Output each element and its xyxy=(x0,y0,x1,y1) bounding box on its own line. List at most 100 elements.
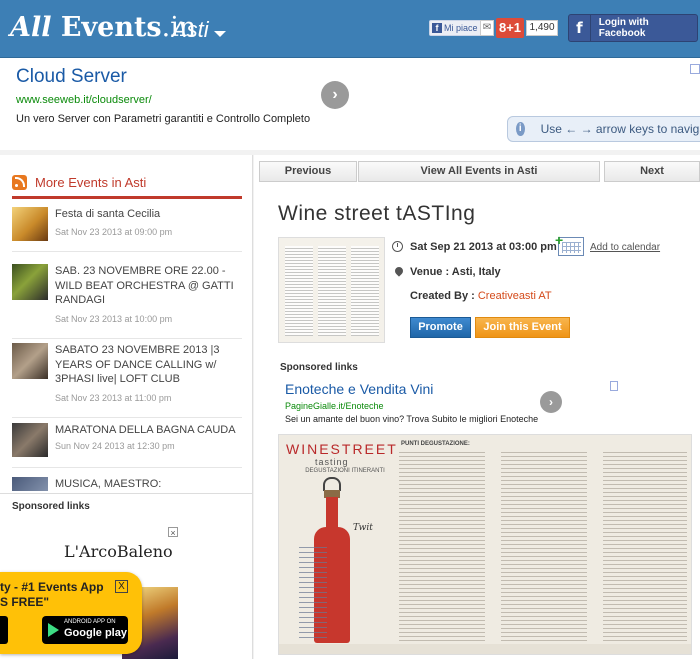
logo-all: All xyxy=(10,12,52,43)
facebook-like-button[interactable]: f Mi piace xyxy=(429,20,483,36)
app-promo-line1: ty - #1 Events App xyxy=(0,580,104,594)
event-thumbnail[interactable] xyxy=(12,423,48,457)
page: All Events.in Asti f Mi piace ✉ 8+1 1,49… xyxy=(0,0,700,659)
sponsored-links-label: Sponsored links xyxy=(280,362,358,373)
main-content: Previous View All Events in Asti Next Wi… xyxy=(254,155,700,659)
ad-brand-name[interactable]: L'ArcoBaleno xyxy=(64,542,173,561)
chevron-down-icon[interactable] xyxy=(214,31,226,37)
flyer-footer xyxy=(279,644,691,654)
event-title[interactable]: MARATONA DELLA BAGNA CAUDA xyxy=(55,423,240,438)
spiral-graphic xyxy=(299,547,327,639)
event-title[interactable]: SAB. 23 NOVEMBRE ORE 22.00 - WILD BEAT O… xyxy=(55,264,240,308)
flyer-points-heading: PUNTI DEGUSTAZIONE: xyxy=(401,441,470,447)
adchoices-icon[interactable] xyxy=(610,381,618,391)
divider xyxy=(12,467,242,468)
info-icon: i xyxy=(516,122,525,136)
corkscrew-graphic xyxy=(323,477,341,491)
event-title[interactable]: SABATO 23 NOVEMBRE 2013 |3 YEARS OF DANC… xyxy=(55,343,240,387)
facebook-icon: f xyxy=(432,23,442,33)
clock-icon xyxy=(392,241,403,252)
event-title[interactable]: Festa di santa Cecilia xyxy=(55,207,240,222)
app-promo-line2: S FREE" xyxy=(0,595,50,609)
close-icon[interactable]: × xyxy=(168,527,178,538)
divider xyxy=(0,493,252,494)
google-plus-button[interactable]: 8+1 xyxy=(496,18,524,38)
sidebar-event-item[interactable]: SAB. 23 NOVEMBRE ORE 22.00 - WILD BEAT O… xyxy=(12,264,242,344)
created-by-label: Created By : xyxy=(410,290,475,302)
sidebar-event-item[interactable]: MARATONA DELLA BAGNA CAUDA Sun Nov 24 20… xyxy=(12,423,242,469)
facebook-login-button[interactable]: f Login with Facebook xyxy=(568,14,698,42)
flyer-text-column xyxy=(501,449,587,644)
calendar-grid xyxy=(562,242,581,253)
sponsored-links-label: Sponsored links xyxy=(12,501,90,512)
add-to-calendar-link[interactable]: Add to calendar xyxy=(590,242,660,253)
flyer-text-column xyxy=(285,246,313,336)
event-date: Sat Nov 23 2013 at 10:00 pm xyxy=(55,314,173,324)
event-title[interactable]: MUSICA, MAESTRO: L'ORCHESTRA E xyxy=(55,477,240,491)
previous-button[interactable]: Previous xyxy=(259,161,357,182)
tooltip-text: Use ← → arrow keys to naviga xyxy=(540,122,700,136)
bottle-neck-graphic xyxy=(326,497,338,531)
flyer-wine-title: WINESTREET xyxy=(286,441,398,457)
flyer-text-column xyxy=(318,246,346,336)
google-play-label: Google play xyxy=(64,627,127,639)
flyer-tasting-label: tasting xyxy=(315,457,349,467)
ad-title[interactable]: Enoteche e Vendita Vini xyxy=(285,381,433,397)
google-play-icon xyxy=(48,623,59,637)
creator-link[interactable]: Creativeasti AT xyxy=(478,290,552,302)
close-button[interactable]: X xyxy=(115,580,128,593)
facebook-icon: f xyxy=(569,15,591,41)
event-date: Sat Nov 23 2013 at 11:00 pm xyxy=(55,393,172,403)
rss-icon[interactable] xyxy=(12,175,27,190)
keyboard-nav-tooltip: i Use ← → arrow keys to naviga xyxy=(507,116,700,142)
ad-url[interactable]: PagineGialle.it/Enoteche xyxy=(285,401,384,411)
divider xyxy=(12,338,242,339)
event-flyer-image[interactable]: WINESTREET tasting DEGUSTAZIONI ITINERAN… xyxy=(278,434,692,655)
next-button[interactable]: Next xyxy=(604,161,700,182)
mail-share-icon[interactable]: ✉ xyxy=(480,20,494,36)
event-thumbnail[interactable] xyxy=(12,343,48,379)
ad-description: Un vero Server con Parametri garantiti e… xyxy=(16,113,311,125)
join-event-button[interactable]: Join this Event xyxy=(475,317,570,338)
arrow-right-icon[interactable]: › xyxy=(540,391,562,413)
app-store-button[interactable] xyxy=(0,616,8,644)
event-date: Sun Nov 24 2013 at 12:30 pm xyxy=(55,441,175,451)
flyer-text-column xyxy=(603,449,687,644)
site-header: All Events.in Asti f Mi piace ✉ 8+1 1,49… xyxy=(0,0,700,58)
flyer-text-column xyxy=(399,449,485,644)
site-logo[interactable]: All Events.in xyxy=(10,12,196,43)
google-play-button[interactable]: ANDROID APP ON Google play xyxy=(42,616,128,644)
ad-url[interactable]: www.seeweb.it/cloudserver/ xyxy=(16,94,152,106)
event-thumbnail[interactable] xyxy=(278,237,385,343)
event-thumbnail[interactable] xyxy=(12,264,48,300)
flyer-twit-label: Twit xyxy=(353,523,373,533)
inline-advertisement[interactable]: Enoteche e Vendita Vini PagineGialle.it/… xyxy=(280,377,620,433)
adchoices-icon[interactable] xyxy=(690,64,700,74)
sidebar-event-item[interactable]: SABATO 23 NOVEMBRE 2013 |3 YEARS OF DANC… xyxy=(12,343,242,423)
divider xyxy=(12,196,242,199)
created-by: Created By : Creativeasti AT xyxy=(410,290,552,302)
promote-button[interactable]: Promote xyxy=(410,317,471,338)
app-promo-banner[interactable]: ty - #1 Events App S FREE" X ANDROID APP… xyxy=(0,572,142,654)
ad-title[interactable]: Cloud Server xyxy=(16,66,127,88)
view-all-events-button[interactable]: View All Events in Asti xyxy=(358,161,600,182)
arrow-right-icon[interactable]: › xyxy=(321,81,349,109)
event-title: Wine street tASTIng xyxy=(278,202,476,225)
flyer-subtitle: DEGUSTAZIONI ITINERANTI xyxy=(305,468,385,474)
sidebar-event-item[interactable]: Festa di santa Cecilia Sat Nov 23 2013 a… xyxy=(12,207,242,253)
sidebar-event-item[interactable]: MUSICA, MAESTRO: L'ORCHESTRA E xyxy=(12,477,242,491)
google-play-caption: ANDROID APP ON xyxy=(64,619,116,625)
calendar-add-icon[interactable]: + xyxy=(555,233,584,256)
event-thumbnail[interactable] xyxy=(12,207,48,241)
more-events-title: More Events in Asti xyxy=(35,175,147,190)
flyer-text-column xyxy=(351,246,379,336)
more-events-header: More Events in Asti xyxy=(12,175,146,190)
event-date: Sat Sep 21 2013 at 03:00 pm xyxy=(410,241,557,253)
facebook-login-label: Login with Facebook xyxy=(598,17,649,39)
event-venue: Venue : Asti, Italy xyxy=(410,266,501,278)
like-label: Mi piace xyxy=(444,23,478,33)
ad-description: Sei un amante del buon vino? Trova Subit… xyxy=(285,414,539,424)
city-selector[interactable]: Asti xyxy=(172,17,209,43)
event-thumbnail[interactable] xyxy=(12,477,48,491)
event-date: Sat Nov 23 2013 at 09:00 pm xyxy=(55,227,173,237)
